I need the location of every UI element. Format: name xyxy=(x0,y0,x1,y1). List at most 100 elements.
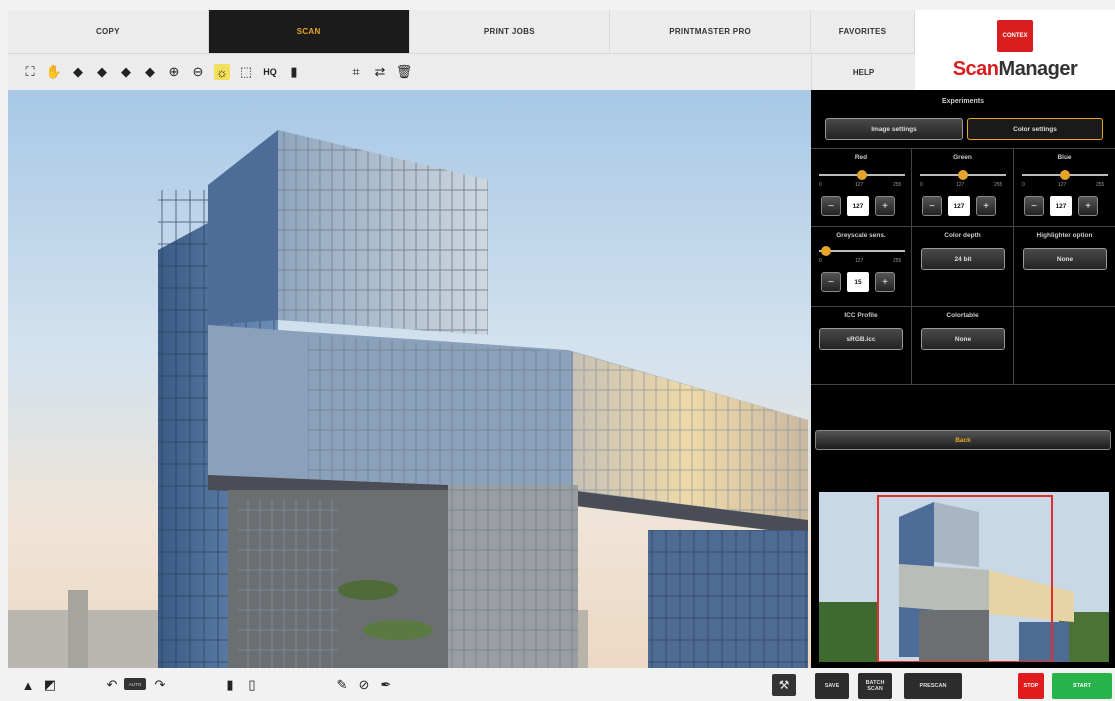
green-mid: 127 xyxy=(956,182,965,188)
greyscale-stepper: − 15 + xyxy=(821,272,895,292)
pen-icon[interactable]: ✒ xyxy=(378,677,394,693)
prescan-button[interactable]: PRESCAN xyxy=(904,673,962,699)
blue-slider[interactable] xyxy=(1022,170,1108,180)
tools-icon[interactable]: ⚒ xyxy=(772,674,796,696)
blue-increment-button[interactable]: + xyxy=(1078,196,1098,216)
green-max: 255 xyxy=(994,182,1003,188)
preview-selection-frame[interactable] xyxy=(877,495,1053,662)
tab-print-jobs[interactable]: PRINT JOBS xyxy=(410,10,611,53)
multi-page-icon[interactable]: ▯ xyxy=(244,677,260,693)
green-min: 0 xyxy=(920,182,923,188)
stop-button[interactable]: STOP xyxy=(1018,673,1044,699)
single-page-icon[interactable]: ▮ xyxy=(222,677,238,693)
scan-image-viewer[interactable] xyxy=(8,90,811,668)
arrow-up-icon[interactable]: ◆ xyxy=(118,64,134,80)
crop-frame-icon[interactable]: ⬚ xyxy=(238,64,254,80)
contex-badge: CONTEX xyxy=(997,19,1033,52)
hand-icon[interactable]: ✋ xyxy=(46,64,62,80)
flip-icon[interactable]: ⇄ xyxy=(372,64,388,80)
red-stepper: − 127 + xyxy=(821,196,895,216)
green-decrement-button[interactable]: − xyxy=(922,196,942,216)
green-slider-knob[interactable] xyxy=(958,170,968,180)
preview-thumbnail[interactable] xyxy=(819,492,1109,662)
logo-wordmark: ScanManager xyxy=(952,57,1078,80)
divider xyxy=(811,226,1115,227)
greyscale-slider-knob[interactable] xyxy=(821,246,831,256)
green-label: Green xyxy=(953,154,972,161)
arrow-down-icon[interactable]: ◆ xyxy=(142,64,158,80)
greyscale-increment-button[interactable]: + xyxy=(875,272,895,292)
image-settings-button[interactable]: Image settings xyxy=(825,118,963,140)
divider xyxy=(811,148,1115,149)
undo-icon[interactable]: ↶ xyxy=(104,677,120,693)
auto-adjust-icon[interactable]: ☼ xyxy=(214,64,230,80)
divider xyxy=(911,148,912,384)
green-value[interactable]: 127 xyxy=(948,196,970,216)
auto-chip[interactable]: AUTO xyxy=(124,678,146,690)
tab-scan[interactable]: SCAN xyxy=(208,10,410,53)
greyscale-slider[interactable] xyxy=(819,246,905,256)
trash-icon[interactable]: 🗑 xyxy=(396,64,413,80)
zoom-out-icon[interactable]: ⊖ xyxy=(190,64,206,80)
greyscale-label: Greyscale sens. xyxy=(836,232,886,239)
pencil-icon[interactable]: ✎ xyxy=(334,677,350,693)
blue-min: 0 xyxy=(1022,182,1025,188)
red-max: 255 xyxy=(893,182,902,188)
greyscale-value[interactable]: 15 xyxy=(847,272,869,292)
tab-favorites[interactable]: FAVORITES xyxy=(811,10,915,53)
main-tabs: COPY SCAN PRINT JOBS PRINTMASTER PRO FAV… xyxy=(8,10,915,54)
blue-mid: 127 xyxy=(1058,182,1067,188)
red-min: 0 xyxy=(819,182,822,188)
red-increment-button[interactable]: + xyxy=(875,196,895,216)
arrow-right-icon[interactable]: ◆ xyxy=(94,64,110,80)
blue-decrement-button[interactable]: − xyxy=(1024,196,1044,216)
green-increment-button[interactable]: + xyxy=(976,196,996,216)
colortable-label: Colortable xyxy=(946,312,979,319)
select-all-icon[interactable]: ⛶ xyxy=(22,64,38,80)
tab-copy[interactable]: COPY xyxy=(8,10,209,53)
icc-profile-button[interactable]: sRGB.icc xyxy=(819,328,903,350)
hq-icon[interactable]: HQ xyxy=(262,64,278,80)
greyscale-min: 0 xyxy=(819,258,822,264)
red-slider[interactable] xyxy=(819,170,905,180)
blue-label: Blue xyxy=(1057,154,1072,161)
icc-profile-label: ICC Profile xyxy=(844,312,878,319)
back-button[interactable]: Back xyxy=(815,430,1111,450)
image-toolbar: ⛶ ✋ ◆ ◆ ◆ ◆ ⊕ ⊖ ☼ ⬚ HQ ▮ ⌗ ⇄ 🗑 xyxy=(8,54,811,90)
redo-icon[interactable]: ↷ xyxy=(152,677,168,693)
colortable-button[interactable]: None xyxy=(921,328,1005,350)
red-value[interactable]: 127 xyxy=(847,196,869,216)
scan-manager-app: COPY SCAN PRINT JOBS PRINTMASTER PRO FAV… xyxy=(0,0,1115,701)
start-button[interactable]: START xyxy=(1052,673,1112,699)
color-settings-button[interactable]: Color settings xyxy=(967,118,1103,140)
color-depth-button[interactable]: 24 bit xyxy=(921,248,1005,270)
tab-help[interactable]: HELP xyxy=(811,54,915,90)
greyscale-mid: 127 xyxy=(855,258,864,264)
green-slider[interactable] xyxy=(920,170,1006,180)
eraser-icon[interactable]: ⊘ xyxy=(356,677,372,693)
document-icon[interactable]: ▮ xyxy=(286,64,302,80)
blue-value[interactable]: 127 xyxy=(1050,196,1072,216)
color-depth-label: Color depth xyxy=(944,232,981,239)
tab-printmaster-pro[interactable]: PRINTMASTER PRO xyxy=(610,10,811,53)
green-stepper: − 127 + xyxy=(922,196,996,216)
selection-box-icon[interactable]: ⌗ xyxy=(348,64,364,80)
red-slider-knob[interactable] xyxy=(857,170,867,180)
scanmanager-logo: CONTEX ScanManager xyxy=(915,10,1115,90)
red-decrement-button[interactable]: − xyxy=(821,196,841,216)
warning-icon[interactable]: ▲ xyxy=(20,677,36,693)
greyscale-decrement-button[interactable]: − xyxy=(821,272,841,292)
blue-max: 255 xyxy=(1096,182,1105,188)
blue-slider-knob[interactable] xyxy=(1060,170,1070,180)
batch-scan-button[interactable]: BATCH SCAN xyxy=(858,673,892,699)
arrow-left-icon[interactable]: ◆ xyxy=(70,64,86,80)
contrast-icon[interactable]: ◩ xyxy=(42,677,58,693)
panel-title: Experiments xyxy=(941,98,985,105)
blue-stepper: − 127 + xyxy=(1024,196,1098,216)
save-button[interactable]: SAVE xyxy=(815,673,849,699)
greyscale-max: 255 xyxy=(893,258,902,264)
bottom-bar: ▲ ◩ ↶ AUTO ↷ ▮ ▯ ✎ ⊘ ✒ SAVE BATCH SCAN P… xyxy=(0,668,1115,701)
zoom-in-icon[interactable]: ⊕ xyxy=(166,64,182,80)
highlighter-button[interactable]: None xyxy=(1023,248,1107,270)
settings-panel: Experiments Image settings Color setting… xyxy=(811,90,1115,668)
